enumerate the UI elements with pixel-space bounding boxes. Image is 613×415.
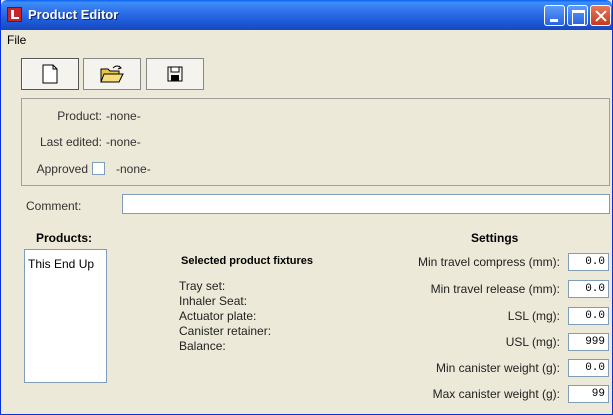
save-disk-icon <box>167 66 183 82</box>
max-canister-weight-label: Max canister weight (g): <box>432 387 560 401</box>
new-button[interactable] <box>21 58 79 90</box>
app-icon <box>7 7 22 22</box>
open-folder-icon <box>100 65 124 83</box>
window-title: Product Editor <box>28 7 119 22</box>
fixture-canister-retainer: Canister retainer: <box>179 324 272 338</box>
fixture-tray-set: Tray set: <box>179 279 226 293</box>
approved-label: Approved <box>36 162 88 176</box>
last-edited-label: Last edited: <box>39 135 102 149</box>
lsl-input[interactable] <box>568 307 609 325</box>
products-list[interactable]: This End Up <box>24 249 107 383</box>
min-canister-weight-label: Min canister weight (g): <box>435 361 560 375</box>
title-bar[interactable]: Product Editor <box>1 0 612 30</box>
min-travel-compress-label: Min travel compress (mm): <box>417 255 560 269</box>
new-document-icon <box>42 64 58 84</box>
close-button[interactable] <box>590 5 611 26</box>
fixture-actuator-plate: Actuator plate: <box>179 309 257 323</box>
minimize-button[interactable] <box>544 5 565 26</box>
product-editor-window: Product Editor File Product: -none- Last… <box>0 0 613 415</box>
product-info-panel: Product: -none- Last edited: -none- Appr… <box>21 98 610 186</box>
products-heading: Products: <box>35 231 92 245</box>
fixture-inhaler-seat: Inhaler Seat: <box>179 294 248 308</box>
fixtures-heading: Selected product fixtures <box>181 255 314 267</box>
open-button[interactable] <box>83 58 141 90</box>
min-canister-weight-input[interactable] <box>568 359 609 377</box>
fixture-balance: Balance: <box>179 339 226 353</box>
usl-label: USL (mg): <box>505 335 560 349</box>
min-travel-release-input[interactable] <box>568 280 609 298</box>
min-travel-release-label: Min travel release (mm): <box>430 282 560 296</box>
max-canister-weight-input[interactable] <box>568 385 609 403</box>
menu-file[interactable]: File <box>7 33 26 47</box>
maximize-button[interactable] <box>567 5 588 26</box>
last-edited-value: -none- <box>106 135 141 149</box>
approved-value: -none- <box>116 162 151 176</box>
comment-input[interactable] <box>122 194 610 214</box>
usl-input[interactable] <box>568 333 609 351</box>
approved-checkbox[interactable] <box>92 162 105 175</box>
product-value: -none- <box>106 109 141 123</box>
min-travel-compress-input[interactable] <box>568 253 609 271</box>
list-item[interactable]: This End Up <box>28 257 94 271</box>
toolbar <box>1 54 612 94</box>
save-button[interactable] <box>146 58 204 90</box>
settings-heading: Settings <box>471 231 519 245</box>
menu-bar: File <box>1 30 612 50</box>
comment-label: Comment: <box>26 199 82 213</box>
lsl-label: LSL (mg): <box>507 309 560 323</box>
product-label: Product: <box>57 109 102 123</box>
